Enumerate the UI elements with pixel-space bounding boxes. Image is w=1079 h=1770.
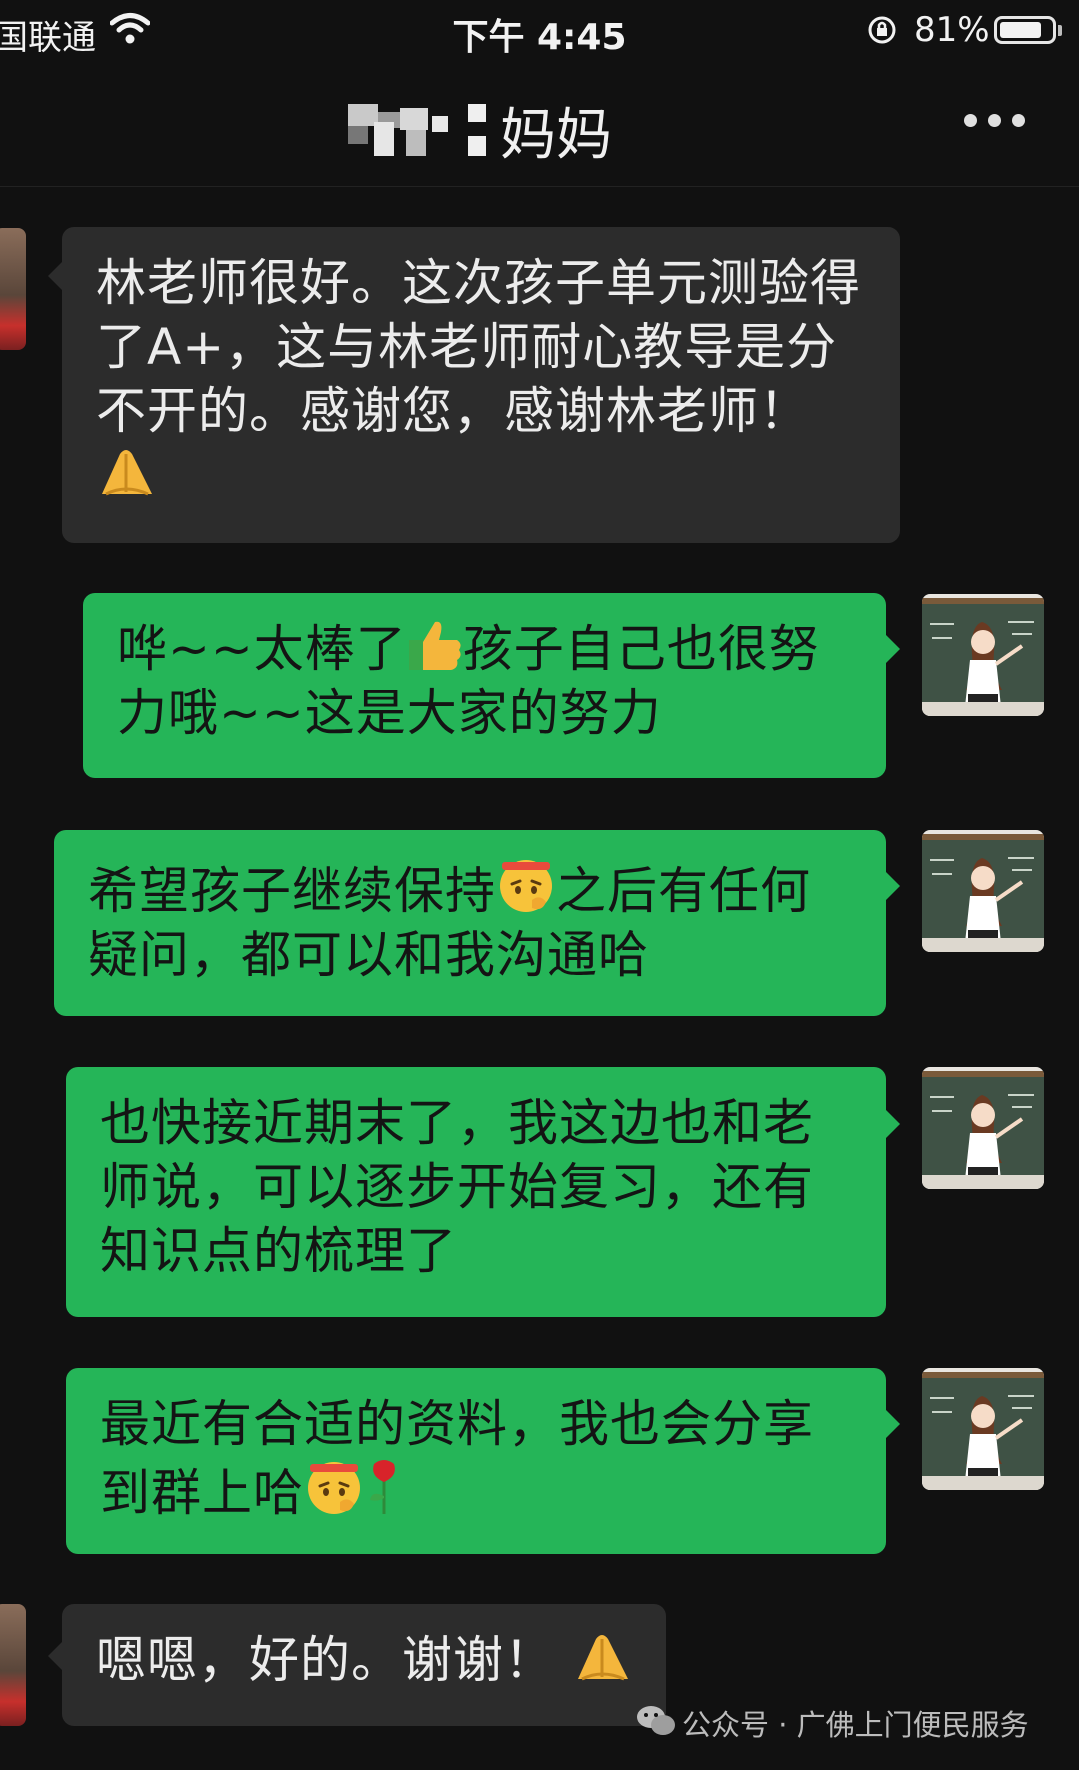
mother-avatar[interactable] xyxy=(0,1604,26,1726)
battery-percent: 81% xyxy=(914,10,990,50)
teacher-avatar[interactable] xyxy=(922,830,1044,952)
battery-icon xyxy=(994,16,1056,44)
folded-hands-icon xyxy=(577,1635,628,1681)
salute-face-icon xyxy=(308,1462,360,1514)
rose-icon xyxy=(370,1460,395,1514)
message-bubble-incoming[interactable]: 嗯嗯，好的。谢谢！ xyxy=(62,1604,666,1726)
wechat-icon xyxy=(637,1706,675,1735)
message-bubble-incoming[interactable]: 林老师很好。这次孩子单元测验得了A+，这与林老师耐心教导是分不开的。感谢您，感谢… xyxy=(62,227,900,543)
message-bubble-outgoing[interactable]: 哗~~太棒了 孩子自己也很努力哦~~这是大家的努力 xyxy=(83,593,886,778)
battery-level xyxy=(1000,22,1041,38)
status-bar: 国联通 下午 4:45 81% xyxy=(0,0,1079,62)
more-dots-icon[interactable] xyxy=(964,114,1026,130)
teacher-avatar[interactable] xyxy=(922,1067,1044,1189)
chat-header: 妈妈 xyxy=(0,62,1079,187)
watermark-text: 公众号 · 广佛上门便民服务 xyxy=(682,1708,1029,1742)
salute-face-icon xyxy=(500,860,552,912)
battery-tip xyxy=(1058,25,1062,36)
message-text: 嗯嗯，好的。谢谢！ xyxy=(96,1631,555,1689)
bubble-tail xyxy=(886,872,900,900)
message-text-before: 最近有合适的资料，我也会分享到群上哈 xyxy=(100,1395,814,1522)
message-bubble-outgoing[interactable]: 希望孩子继续保持 之后有任何疑问，都可以和我沟通哈 xyxy=(54,830,886,1016)
message-bubble-outgoing[interactable]: 最近有合适的资料，我也会分享到群上哈 xyxy=(66,1368,886,1554)
chat-title[interactable]: 妈妈 xyxy=(500,90,612,171)
folded-hands-icon xyxy=(102,450,152,496)
rotation-lock-icon xyxy=(868,16,896,44)
message-text: 也快接近期末了，我这边也和老师说，可以逐步开始复习，还有知识点的梳理了 xyxy=(100,1094,814,1280)
teacher-avatar[interactable] xyxy=(922,1368,1044,1490)
bubble-tail xyxy=(886,1110,900,1138)
teacher-avatar[interactable] xyxy=(922,594,1044,716)
message-text-before: 哗~~太棒了 xyxy=(117,620,407,678)
message-text-before: 希望孩子继续保持 xyxy=(88,862,496,920)
bubble-tail xyxy=(48,262,62,290)
thumbs-up-icon xyxy=(408,621,461,670)
bubble-tail xyxy=(48,1642,62,1670)
bubble-tail xyxy=(886,635,900,663)
bubble-tail xyxy=(886,1410,900,1438)
blurred-contact-name xyxy=(348,104,486,156)
message-text: 林老师很好。这次孩子单元测验得了A+，这与林老师耐心教导是分不开的。感谢您，感谢… xyxy=(96,254,861,440)
mother-avatar[interactable] xyxy=(0,228,26,350)
message-bubble-outgoing[interactable]: 也快接近期末了，我这边也和老师说，可以逐步开始复习，还有知识点的梳理了 xyxy=(66,1067,886,1317)
